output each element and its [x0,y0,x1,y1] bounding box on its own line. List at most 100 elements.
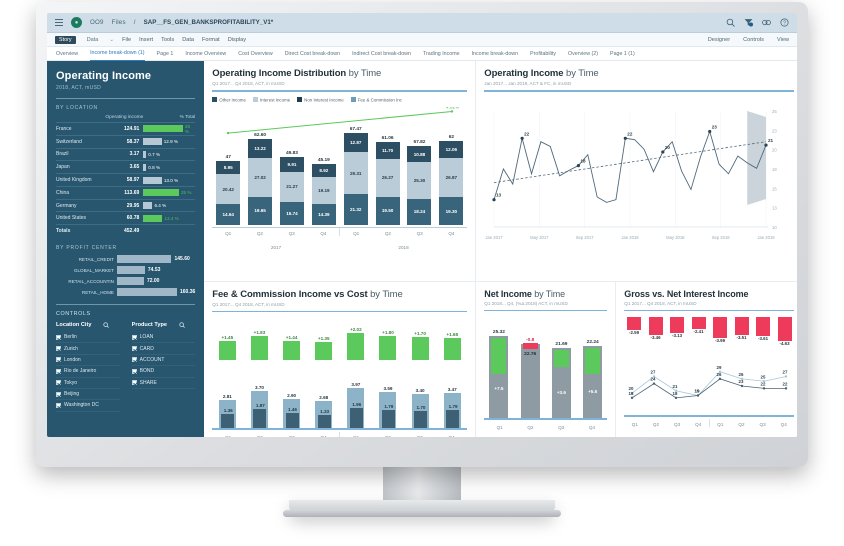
checkbox-icon[interactable] [56,346,61,352]
page-tab-direct-cost-break-down[interactable]: Direct Cost break-down [285,51,340,57]
app-logo-icon[interactable]: ● [71,17,82,28]
checkbox-item[interactable]: Beijing [56,389,120,401]
checkbox-item[interactable]: Tokyo [56,378,120,389]
story-tab-chip[interactable]: Story [55,35,76,44]
hamburger-icon[interactable] [55,19,63,26]
delta-bar-column[interactable]: +2.02 [341,327,371,360]
checkbox-item[interactable]: CARD [131,343,196,355]
checkbox-item[interactable]: BOND [131,366,196,378]
stacked-bar-column[interactable]: 47 8.95 20.42 14.64 [212,107,244,225]
checkbox-icon[interactable] [131,334,137,340]
delta-bar-column[interactable]: +1.83 [244,330,274,360]
delta-bar-column[interactable]: +1.80 [373,330,403,360]
page-tab-income-break-down-1[interactable]: Income break-down (1) [90,47,145,61]
page-tab-profitability[interactable]: Profitability [530,51,556,57]
checkbox-icon[interactable] [56,334,61,340]
table-row[interactable]: Japan 3.65 0.8 % [56,160,196,174]
checkbox-icon[interactable] [131,368,137,374]
checkbox-icon[interactable] [131,357,137,363]
dual-bar-column[interactable]: 2.81 1.36 [212,394,242,428]
breadcrumb-files[interactable]: Files [112,19,126,26]
stacked-bar-column[interactable]: 49.83 9.91 21.27 15.74 [276,107,308,225]
stacked-bar-column[interactable]: 62 12.06 26.87 19.30 [435,107,467,225]
menu-item-insert[interactable]: Insert [139,37,153,43]
profit-center-row[interactable]: RETAIL_ACCOUNTIN 72.00 [56,277,195,286]
table-row[interactable]: China 113.69 25 % [56,185,196,200]
filter-icon[interactable] [744,18,753,27]
checkbox-item[interactable]: ACCOUNT [131,355,196,367]
dual-bar-column[interactable]: 3.70 1.87 [244,385,274,428]
delta-bar-column[interactable]: +1.44 [277,335,307,360]
checkbox-icon[interactable] [131,380,137,386]
search-icon[interactable] [103,322,110,328]
help-icon[interactable]: ? [780,18,789,27]
page-tab-income-break-down[interactable]: Income break-down [472,51,519,57]
delta-bar-column[interactable]: +1.70 [405,331,435,360]
stacked-bar-column[interactable]: 57.82 10.88 25.30 18.24 [404,107,436,225]
page-tab-trading-income[interactable]: Trading Income [423,51,460,57]
checkbox-item[interactable]: Berlin [56,332,120,344]
deviation-bar-column[interactable]: -3.46 [646,317,666,340]
search-icon[interactable] [179,322,185,328]
net-income-column[interactable]: 25.32 +7.5 [484,330,513,418]
menu-item-tools[interactable]: Tools [161,37,174,43]
menu-item-data[interactable]: Data [182,37,194,43]
checkbox-item[interactable]: Zurich [56,343,120,355]
checkbox-item[interactable]: LOAN [131,332,196,344]
page-tab-income-overview[interactable]: Income Overview [185,51,226,57]
data-tab-chip[interactable]: Data [84,36,102,44]
stacked-bar-column[interactable]: 45.19 8.92 19.19 14.39 [308,107,340,225]
stacked-bar-column[interactable]: 67.47 12.87 29.31 21.32 [340,107,372,225]
menu-item-controls[interactable]: Controls [743,37,764,43]
table-row[interactable]: Germany 29.95 6.4 % [56,198,196,212]
page-tab-page-1[interactable]: Page 1 [157,51,174,57]
table-row[interactable]: United States 60.78 13.4 % [56,211,196,225]
breadcrumb-root[interactable]: OO9 [90,19,104,26]
table-row[interactable]: France 124.91 28 % [56,122,196,136]
delta-bar-column[interactable]: +1.35 [309,336,339,360]
checkbox-item[interactable]: Washington DC [56,400,120,412]
menu-item-format[interactable]: Format [202,37,220,43]
dual-bar-column[interactable]: 3.47 1.79 [437,387,467,428]
share-icon[interactable] [762,18,771,27]
checkbox-item[interactable]: Rio de Janeiro [56,366,120,378]
stacked-bar-column[interactable]: 61.06 11.70 26.27 19.50 [372,107,404,225]
profit-center-row[interactable]: RETAIL_CREDIT 145.60 [56,255,195,264]
table-row[interactable]: United Kingdom 58.97 13.0 % [56,173,196,187]
checkbox-item[interactable]: SHARE [131,378,196,389]
dual-bar-column[interactable]: 2.90 1.46 [277,393,307,428]
page-tab-cost-overview[interactable]: Cost Overview [238,51,272,57]
deviation-bar-column[interactable]: -3.61 [753,317,773,341]
net-income-column[interactable]: 22.24 +5.5 [578,340,607,418]
deviation-bar-column[interactable]: -3.51 [732,317,752,340]
checkbox-icon[interactable] [56,402,61,408]
net-income-column[interactable]: -0.8 22.76 [516,338,545,418]
table-row[interactable]: Brazil 3.17 0.7 % [56,147,196,161]
page-tab-indirect-cost-break-down[interactable]: Indirect Cost break-down [352,51,411,57]
profit-center-row[interactable]: GLOBAL_MARKET 74.53 [56,266,195,275]
deviation-bar-column[interactable]: -3.99 [710,317,730,343]
deviation-bar-column[interactable]: -4.63 [775,317,795,346]
checkbox-icon[interactable] [56,368,61,374]
menu-item-view[interactable]: View [777,37,789,43]
deviation-bar-column[interactable]: -2.41 [689,317,709,334]
profit-center-row[interactable]: RETAIL_HOME 160.36 [56,288,195,297]
checkbox-item[interactable]: London [56,355,120,367]
delta-bar-column[interactable]: +1.68 [437,332,467,360]
dual-bar-column[interactable]: 3.59 1.79 [373,386,403,428]
page-tab-overview[interactable]: Overview [56,51,78,57]
menu-item-designer[interactable]: Designer [708,37,730,43]
net-income-column[interactable]: 21.69 +3.6 [547,342,576,418]
deviation-bar-column[interactable]: -2.59 [624,317,644,335]
dual-bar-column[interactable]: 2.68 1.33 [309,395,339,428]
table-row[interactable]: Switzerland 58.37 12.9 % [56,134,196,149]
dual-bar-column[interactable]: 3.97 1.96 [341,382,371,428]
chevron-down-icon[interactable]: ⌄ [109,37,114,43]
menu-item-file[interactable]: File [122,37,131,43]
page-tab-overview-2[interactable]: Overview (2) [568,51,598,57]
search-icon[interactable] [726,18,735,27]
delta-bar-column[interactable]: +1.45 [212,335,242,360]
checkbox-icon[interactable] [131,346,137,352]
page-tab-page-1-1[interactable]: Page 1 (1) [610,51,635,57]
dual-bar-column[interactable]: 3.40 1.70 [405,388,435,428]
